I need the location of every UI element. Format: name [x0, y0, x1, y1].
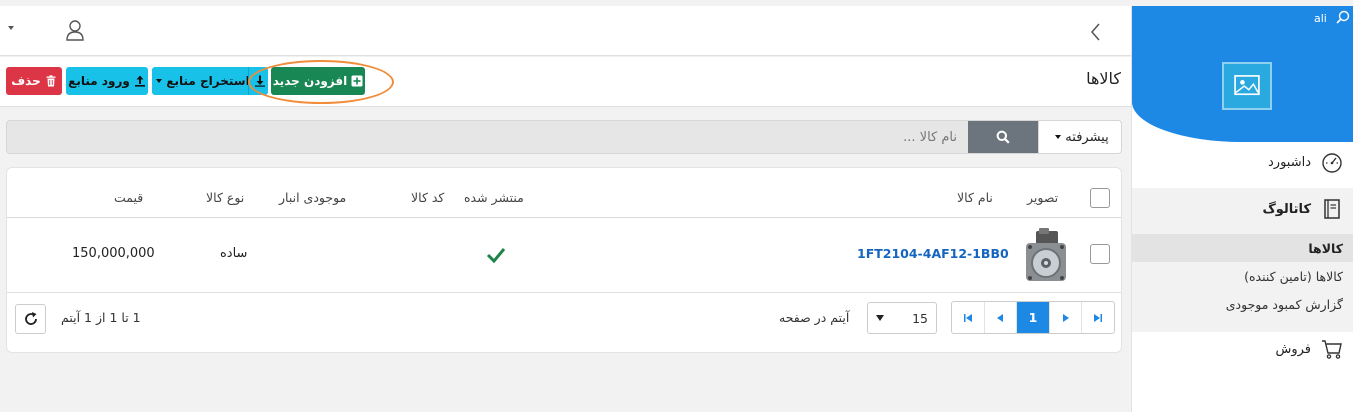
dashboard-gauge-icon	[1322, 153, 1342, 173]
product-thumbnail-image	[1018, 227, 1072, 285]
export-label: استخراج منابع	[166, 74, 250, 88]
sidebar-group-catalog: کاتالوگ کالاها کالاها (تامین کننده) گزار…	[1132, 188, 1353, 332]
next-page-button[interactable]	[1050, 302, 1083, 333]
row-select-checkbox[interactable]	[1090, 244, 1110, 264]
search-icon	[996, 130, 1010, 144]
refresh-icon	[24, 312, 37, 325]
advanced-search-button[interactable]: پیشرفته	[1038, 121, 1121, 153]
triangle-right-icon	[1062, 313, 1069, 322]
user-dropdown-caret-icon[interactable]	[8, 26, 14, 30]
sidebar-user-name[interactable]: ali	[1314, 12, 1327, 25]
top-bar	[0, 6, 1131, 56]
select-all-checkbox[interactable]	[1090, 188, 1110, 208]
sidebar-subitem-products[interactable]: کالاها	[1132, 234, 1353, 262]
items-per-page-label: آیتم در صفحه	[779, 310, 850, 325]
image-placeholder-icon	[1234, 75, 1260, 96]
import-label: ورود منابع	[68, 74, 130, 88]
store-logo	[1222, 62, 1272, 110]
checkmark-icon	[486, 248, 506, 264]
column-header-stock[interactable]: موجودی انبار	[279, 190, 346, 205]
search-bar: پیشرفته	[6, 120, 1122, 154]
product-name-link[interactable]: 1FT2104-4AF12-1BB0	[857, 246, 1009, 261]
column-header-published[interactable]: منتشر شده	[464, 190, 524, 205]
chevron-left-icon[interactable]	[1088, 22, 1104, 42]
pagination-bar: 1 تا 1 از 1 آیتم آیتم در صفحه 15 1	[7, 294, 1121, 352]
products-grid: تصویر نام کالا منتشر شده کد کالا موجودی …	[6, 167, 1122, 353]
sidebar-item-label: کاتالوگ	[1262, 201, 1311, 217]
sidebar-item-label: داشبورد	[1268, 154, 1311, 170]
product-name-search-input[interactable]	[7, 121, 967, 153]
column-header-price[interactable]: قیمت	[114, 190, 143, 205]
search-icon[interactable]	[1336, 10, 1350, 24]
shopping-cart-icon	[1322, 340, 1342, 359]
column-header-image: تصویر	[1027, 190, 1059, 205]
product-type-cell: ساده	[220, 246, 248, 261]
refresh-button[interactable]	[15, 304, 46, 334]
first-page-button[interactable]	[952, 302, 985, 333]
first-page-icon	[963, 313, 972, 322]
advanced-search-label: پیشرفته	[1065, 129, 1109, 145]
chevron-down-icon	[876, 315, 884, 321]
last-page-button[interactable]	[1082, 302, 1114, 333]
product-price-cell: 150,000,000	[72, 246, 155, 261]
upload-icon	[134, 75, 145, 87]
book-icon	[1324, 199, 1340, 219]
sidebar-header: ali	[1132, 6, 1353, 142]
column-header-sku[interactable]: کد کالا	[411, 190, 444, 205]
export-dropdown-caret-icon	[156, 79, 163, 83]
page-title: کالاها	[1086, 69, 1121, 88]
triangle-left-icon	[997, 313, 1004, 322]
pager-info-text: 1 تا 1 از 1 آیتم	[61, 310, 141, 325]
delete-button[interactable]: حذف	[6, 67, 62, 95]
last-page-icon	[1094, 313, 1103, 322]
grid-header: تصویر نام کالا منتشر شده کد کالا موجودی …	[7, 168, 1121, 218]
page-number-button[interactable]: 1	[1017, 302, 1050, 333]
page-size-select[interactable]: 15	[867, 302, 937, 334]
sidebar-subitem-low-stock-report[interactable]: گزارش کمبود موجودی	[1132, 290, 1353, 318]
sidebar-item-catalog[interactable]: کاتالوگ	[1132, 188, 1353, 230]
column-header-type[interactable]: نوع کالا	[206, 190, 244, 205]
page-size-value: 15	[912, 310, 928, 326]
pager-navigation: 1	[951, 301, 1115, 334]
table-row: 1FT2104-4AF12-1BB0 ساده 150,000,000	[7, 219, 1121, 293]
import-button[interactable]: ورود منابع	[66, 67, 148, 95]
sidebar-item-sales[interactable]: فروش	[1132, 332, 1353, 366]
page-toolbar: کالاها افزودن جدید استخراج منابع ورود من…	[0, 57, 1131, 107]
chevron-down-icon	[1055, 135, 1062, 139]
user-icon[interactable]	[65, 19, 85, 41]
previous-page-button[interactable]	[985, 302, 1018, 333]
sidebar-subitem-supplier-products[interactable]: کالاها (تامین کننده)	[1132, 262, 1353, 290]
trash-icon	[46, 75, 56, 87]
sidebar-item-label: فروش	[1275, 341, 1311, 357]
sidebar: ali داشبورد کاتالوگ کالاها کالاها (تامین…	[1131, 6, 1353, 412]
search-button[interactable]	[968, 121, 1038, 153]
sidebar-item-dashboard[interactable]: داشبورد	[1132, 145, 1353, 179]
delete-label: حذف	[11, 74, 41, 88]
column-header-name[interactable]: نام کالا	[957, 190, 993, 205]
orange-highlight-ellipse	[248, 60, 394, 104]
